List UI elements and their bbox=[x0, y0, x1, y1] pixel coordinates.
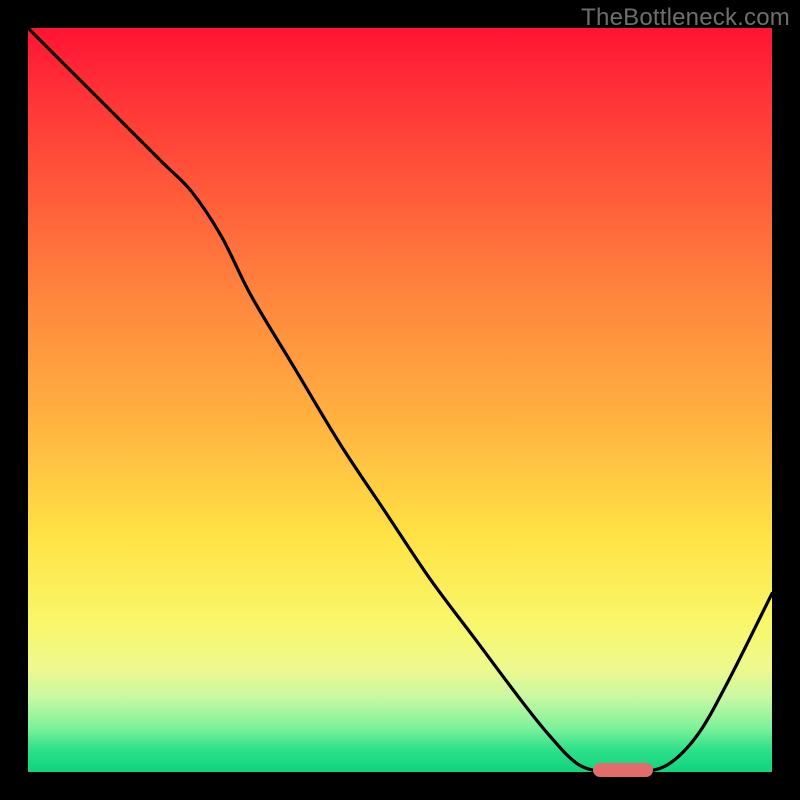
optimal-range-marker bbox=[593, 763, 653, 777]
plot-area bbox=[28, 28, 772, 772]
chart-frame: TheBottleneck.com bbox=[0, 0, 800, 800]
bottleneck-curve bbox=[28, 28, 772, 772]
